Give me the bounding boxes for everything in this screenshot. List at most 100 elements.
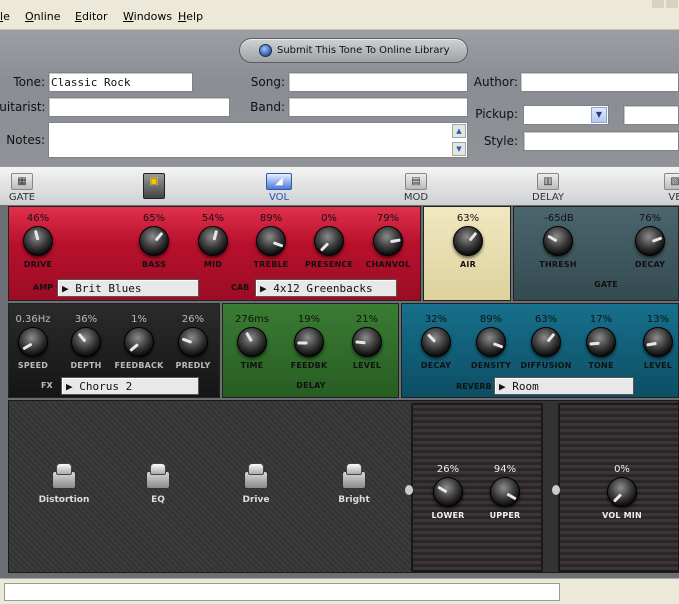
amp-panel: 46% DRIVE 65% BASS 54% MID 89% TREBLE 0%… [8,206,421,301]
author-field[interactable] [520,72,679,92]
song-field[interactable] [288,72,468,92]
delay-time-knob[interactable] [237,327,267,357]
wah-upper-label: UPPER [489,511,521,520]
footswitch-bright[interactable] [341,463,367,491]
chanvol-label: CHANVOL [365,260,411,269]
window-control-icon[interactable] [666,0,678,8]
reverb-panel: 32% DECAY 89% DENSITY 63% DIFFUSION 17% … [401,303,679,398]
footswitch-drive-label: Drive [242,495,270,505]
chanvol-knob[interactable] [373,226,403,256]
window-control-icon[interactable] [652,0,664,8]
gate-panel: -65dB THRESH 76% DECAY GATE [513,206,679,301]
drive-knob[interactable] [23,226,53,256]
bass-label: BASS [141,260,167,269]
pickup-label: Pickup: [475,107,518,121]
reverb-icon: ▧ [664,173,679,190]
band-label: Band: [250,100,285,114]
reverb-decay-knob[interactable] [421,327,451,357]
thresh-label: THRESH [539,260,577,269]
footswitch-bright-label: Bright [338,495,370,505]
tone-field[interactable]: Classic Rock [48,72,193,92]
bass-value: 65% [142,213,166,224]
feedback-knob[interactable] [124,327,154,357]
tab-gate-label: GATE [8,192,36,203]
pickup-secondary-field[interactable] [623,105,679,125]
song-label: Song: [250,75,285,89]
wah-upper-knob[interactable] [490,477,520,507]
air-panel: 63% AIR [423,206,511,301]
footswitch-distortion-label: Distortion [38,495,90,505]
predly-knob[interactable] [178,327,208,357]
submit-tone-label: Submit This Tone To Online Library [277,45,450,56]
status-field [4,583,560,601]
cab-model-select[interactable]: ▶ 4x12 Greenbacks [255,279,397,297]
treble-label: TREBLE [253,260,289,269]
vol-min-knob[interactable] [607,477,637,507]
presence-knob[interactable] [314,226,344,256]
thresh-knob[interactable] [543,226,573,256]
tab-vol[interactable]: ◢ VOL [258,173,300,203]
tab-reverb[interactable]: ▧ VE [662,173,679,203]
menu-online[interactable]: Online [25,10,61,23]
presence-label: PRESENCE [304,260,354,269]
pedal-hinge-icon [552,485,560,495]
reverb-level-knob[interactable] [643,327,673,357]
treble-knob[interactable] [256,226,286,256]
guitarist-field[interactable] [48,97,230,117]
delay-level-knob[interactable] [352,327,382,357]
wah-lower-knob[interactable] [433,477,463,507]
speed-knob[interactable] [18,327,48,357]
footswitch-distortion[interactable] [51,463,77,491]
band-field[interactable] [288,97,468,117]
fx-model-select[interactable]: ▶ Chorus 2 [61,377,199,395]
bass-knob[interactable] [139,226,169,256]
reverb-tone-knob[interactable] [586,327,616,357]
presence-value: 0% [321,213,337,224]
delay-feedbk-knob[interactable] [294,327,324,357]
chevron-down-icon[interactable]: ▼ [591,107,607,123]
submit-tone-button[interactable]: Submit This Tone To Online Library [239,38,468,63]
author-label: Author: [473,75,518,89]
pedal-hinge-icon [405,485,413,495]
fx-panel: 0.36Hz SPEED 36% DEPTH 1% FEEDBACK 26% P… [8,303,220,398]
tab-mod[interactable]: ▤ MOD [402,173,430,203]
footswitch-drive[interactable] [243,463,269,491]
depth-knob[interactable] [71,327,101,357]
menu-editor[interactable]: Editor [75,10,108,23]
reverb-decay-value: 32% [424,314,448,325]
drive-label: DRIVE [23,260,53,269]
pickup-select[interactable]: ▼ [523,105,609,125]
feedback-value: 1% [131,314,147,325]
notes-textarea[interactable]: ▲ ▼ [48,122,468,158]
tab-delay-label: DELAY [532,192,564,203]
reverb-tone-label: TONE [588,361,614,370]
menu-help[interactable]: Help [178,10,203,23]
wah-pedal[interactable] [411,403,543,572]
amp-model-select[interactable]: ▶ Brit Blues [57,279,199,297]
scroll-down-icon[interactable]: ▼ [452,142,466,156]
menu-file[interactable]: le [0,10,10,23]
tab-gate[interactable]: ▦ GATE [8,173,36,203]
footswitch-eq[interactable] [145,463,171,491]
delay-level-label: LEVEL [352,361,382,370]
delay-time-label: TIME [240,361,264,370]
delay-time-value: 276ms [234,314,270,325]
menu-windows[interactable]: Windows [123,10,172,23]
tab-amp[interactable]: ▣ [141,173,167,201]
mid-knob[interactable] [198,226,228,256]
thresh-value: -65dB [544,213,574,224]
tab-delay[interactable]: ▥ DELAY [530,173,566,203]
tab-reverb-label: VE [668,192,679,203]
style-field[interactable] [523,131,679,151]
density-knob[interactable] [476,327,506,357]
delay-title: DELAY [296,381,326,390]
reverb-model-select[interactable]: ▶ Room [494,377,634,395]
tab-vol-label: VOL [268,192,290,203]
diffusion-knob[interactable] [531,327,561,357]
gate-decay-knob[interactable] [635,226,665,256]
scroll-up-icon[interactable]: ▲ [452,124,466,138]
air-value: 63% [456,213,480,224]
speed-value: 0.36Hz [15,314,51,325]
air-knob[interactable] [453,226,483,256]
wah-upper-value: 94% [493,464,517,475]
